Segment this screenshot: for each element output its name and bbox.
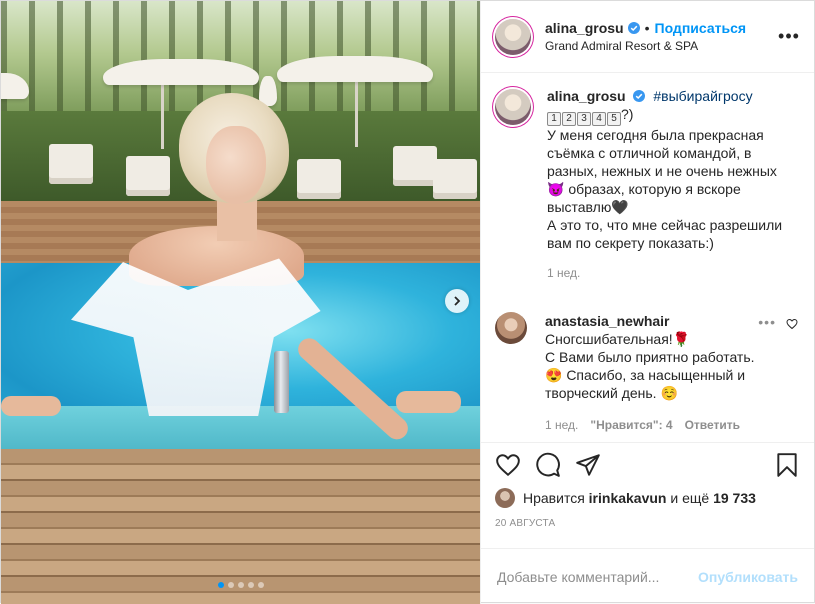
publish-button[interactable]: Опубликовать [698, 569, 798, 585]
comment-more-icon[interactable]: ••• [758, 315, 776, 329]
keycap-emoji: 4 [592, 112, 606, 126]
verified-badge-icon [633, 90, 646, 102]
woman-face [206, 126, 266, 204]
post-photo[interactable] [1, 1, 480, 604]
comments-section: alina_grosu #выбирайгросу 1 2 3 4 5?) У меня… [481, 73, 814, 440]
photo-wooden-floor [1, 449, 480, 604]
caption-avatar[interactable] [495, 89, 531, 125]
keycap-emoji: 3 [577, 112, 591, 126]
likes-prefix: Нравится [523, 490, 585, 506]
carousel-next-button[interactable] [445, 289, 469, 313]
comment-like-heart-icon[interactable] [786, 318, 798, 330]
keycap-emojis: 12345 [547, 112, 621, 126]
lounger [126, 156, 170, 196]
comment-actions: ••• [758, 312, 798, 434]
keycap-emoji: 5 [607, 112, 621, 126]
comment-text: Сногсшибательная!🌹 С Вами было приятно р… [545, 331, 755, 401]
umbrella [277, 56, 433, 82]
comment-time: 1 нед. [545, 418, 579, 432]
comment-likes[interactable]: "Нравится": 4 [590, 416, 672, 434]
share-icon[interactable] [575, 452, 601, 478]
heart-icon[interactable] [495, 452, 521, 478]
comment-item: anastasia_newhair Сногсшибательная!🌹 С В… [495, 312, 798, 434]
author-avatar[interactable] [495, 18, 531, 55]
header-line: alina_grosu • Подписаться [545, 20, 778, 36]
post-location[interactable]: Grand Admiral Resort & SPA [545, 39, 778, 53]
likes-count[interactable]: 19 733 [713, 490, 756, 506]
lounger [49, 144, 93, 184]
caption-text: У меня сегодня была прекрасная съёмка с … [547, 127, 783, 251]
verified-badge-icon [627, 22, 640, 34]
woman-hand-left [1, 396, 61, 416]
caption-body: alina_grosu #выбирайгросу 1 2 3 4 5?) У меня… [547, 87, 798, 282]
caption-time: 1 нед. [547, 266, 581, 280]
commenter-username[interactable]: anastasia_newhair [545, 313, 670, 329]
umbrella-pole [355, 77, 358, 147]
lounger [433, 159, 477, 199]
post-header: alina_grosu • Подписаться Grand Admiral … [481, 1, 814, 73]
liker-avatar[interactable] [495, 488, 515, 508]
comment-body: anastasia_newhair Сногсшибательная!🌹 С В… [545, 312, 758, 434]
carousel-dot [247, 582, 254, 588]
commenter-avatar[interactable] [495, 312, 527, 344]
comment-meta: 1 нед. "Нравится": 4 Ответить [545, 416, 758, 434]
comment-input[interactable] [497, 568, 699, 585]
comment-icon[interactable] [535, 452, 561, 478]
spray-bottle [274, 351, 289, 413]
carousel-dot [257, 582, 264, 588]
header-separator: • [644, 20, 650, 36]
carousel-dot [227, 582, 234, 588]
follow-button[interactable]: Подписаться [655, 20, 747, 36]
caption-username[interactable]: alina_grosu [547, 88, 626, 104]
more-options-icon[interactable]: ••• [778, 26, 800, 48]
likes-summary: Нравится irinkakavun и ещё 19 733 [481, 486, 814, 510]
liker-username[interactable]: irinkakavun [589, 490, 667, 506]
chevron-right-icon [454, 296, 461, 306]
instagram-post: alina_grosu • Подписаться Grand Admiral … [0, 0, 815, 604]
caption: alina_grosu #выбирайгросу 1 2 3 4 5?) У меня… [495, 87, 798, 282]
lounger [297, 159, 341, 199]
umbrella [103, 59, 259, 85]
carousel-dot [237, 582, 244, 588]
add-comment-bar: Опубликовать [481, 548, 814, 604]
carousel-indicator [1, 582, 480, 588]
caption-hashtag[interactable]: #выбирайгросу [653, 88, 752, 104]
post-date: 20 АВГУСТА [495, 518, 556, 529]
keycap-emoji: 2 [562, 112, 576, 126]
post-side-panel: alina_grosu • Подписаться Grand Admiral … [480, 1, 814, 604]
keycap-suffix: ?) [621, 106, 634, 122]
lounger [393, 146, 437, 186]
carousel-dot [217, 582, 224, 588]
post-actions-bar [481, 442, 814, 486]
author-username[interactable]: alina_grosu [545, 20, 624, 36]
keycap-emoji: 1 [547, 112, 561, 126]
woman-hand-right [396, 391, 461, 413]
bookmark-icon[interactable] [774, 452, 800, 478]
umbrella-pole [161, 79, 164, 149]
likes-suffix: и ещё [670, 490, 710, 506]
reply-button[interactable]: Ответить [685, 416, 740, 434]
header-text: alina_grosu • Подписаться Grand Admiral … [545, 20, 778, 53]
